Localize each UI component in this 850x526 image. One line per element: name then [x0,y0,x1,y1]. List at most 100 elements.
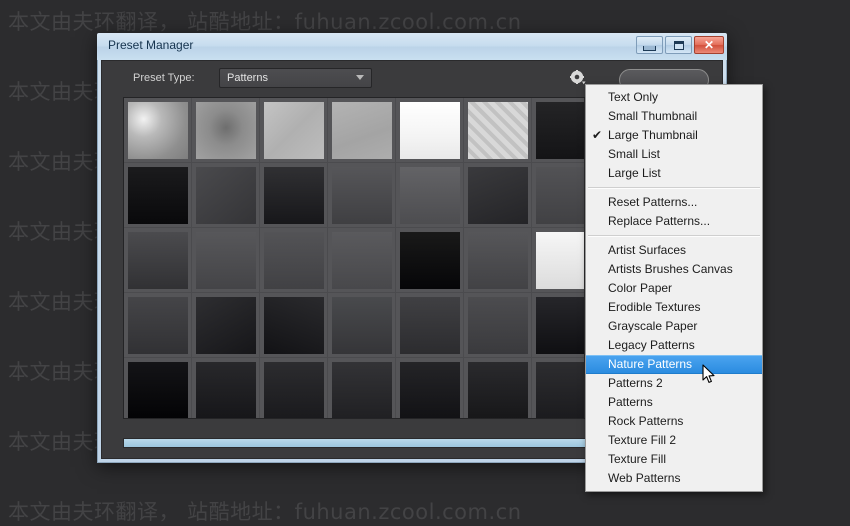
watermark-text: 本文由夫环翻译， 站酷地址：fuhuan.zcool.com.cn [8,500,522,524]
pattern-thumbnail [128,167,188,224]
pattern-swatch[interactable] [464,228,532,293]
pattern-thumbnail [332,102,392,159]
pattern-swatch[interactable] [192,163,260,228]
menu-item-label: Reset Patterns... [608,195,698,209]
pattern-swatch[interactable] [464,358,532,418]
pattern-swatch[interactable] [396,163,464,228]
menu-item[interactable]: Color Paper [586,279,762,298]
pattern-thumbnail [264,232,324,289]
checkmark-icon: ✔ [592,128,603,142]
pattern-thumbnail [128,232,188,289]
menu-item[interactable]: Grayscale Paper [586,317,762,336]
menu-item[interactable]: Small Thumbnail [586,107,762,126]
pattern-swatch[interactable] [124,228,192,293]
pattern-swatch[interactable] [328,163,396,228]
menu-item[interactable]: Web Patterns [586,469,762,488]
pattern-swatch[interactable] [328,98,396,163]
pattern-swatch[interactable] [464,98,532,163]
pattern-swatch[interactable] [260,98,328,163]
menu-item[interactable]: Large List [586,164,762,183]
pattern-swatch[interactable] [192,98,260,163]
menu-item-label: Small Thumbnail [608,109,698,123]
pattern-thumbnail [468,232,528,289]
menu-item-label: Nature Patterns [608,357,693,371]
menu-item-label: Grayscale Paper [608,319,698,333]
menu-item-label: Texture Fill 2 [608,433,677,447]
pattern-swatch[interactable] [192,293,260,358]
preset-type-value: Patterns [227,72,268,84]
pattern-swatch[interactable] [260,163,328,228]
dialog-footer-strip [123,438,599,448]
pattern-swatch[interactable] [260,358,328,418]
menu-item[interactable]: Erodible Textures [586,298,762,317]
menu-item-label: Web Patterns [608,471,681,485]
maximize-button[interactable] [665,36,692,54]
pattern-swatch[interactable] [124,358,192,418]
menu-item[interactable]: Text Only [586,88,762,107]
menu-item[interactable]: Replace Patterns... [586,212,762,231]
close-button[interactable]: ✕ [694,36,724,54]
pattern-thumbnail [128,362,188,418]
menu-item[interactable]: Reset Patterns... [586,193,762,212]
pattern-thumbnail [332,362,392,418]
pattern-swatch[interactable] [396,293,464,358]
pattern-swatch[interactable] [464,163,532,228]
menu-item-label: Artists Brushes Canvas [608,262,733,276]
menu-item-label: Patterns 2 [608,376,663,390]
pattern-swatch[interactable] [328,358,396,418]
pattern-swatch[interactable] [396,98,464,163]
menu-item[interactable]: Patterns [586,393,762,412]
pattern-swatch[interactable] [328,228,396,293]
pattern-thumbnail [196,362,256,418]
menu-item[interactable]: Texture Fill [586,450,762,469]
pattern-swatch[interactable] [124,293,192,358]
menu-item-label: Legacy Patterns [608,338,695,352]
pattern-swatch[interactable] [192,228,260,293]
menu-item[interactable]: Rock Patterns [586,412,762,431]
menu-item[interactable]: ✔ Large Thumbnail [586,126,762,145]
pattern-thumbnail [332,167,392,224]
pattern-thumbnail [468,297,528,354]
chevron-down-icon [356,75,364,80]
pattern-thumbnail [468,362,528,418]
menu-item[interactable]: Nature Patterns [586,355,762,374]
maximize-icon [666,37,691,53]
preset-type-select[interactable]: Patterns [219,68,372,88]
pattern-thumbnail [400,102,460,159]
pattern-swatch[interactable] [124,163,192,228]
menu-item[interactable]: Legacy Patterns [586,336,762,355]
menu-item-label: Replace Patterns... [608,214,711,228]
pattern-swatch[interactable] [464,293,532,358]
pattern-swatch[interactable] [260,293,328,358]
menu-item-label: Rock Patterns [608,414,684,428]
pattern-thumbnail [400,232,460,289]
menu-item[interactable]: Patterns 2 [586,374,762,393]
menu-item-label: Texture Fill [608,452,667,466]
pattern-thumbnail [196,297,256,354]
dialog-titlebar[interactable]: Preset Manager ✕ [97,33,727,60]
pattern-thumbnail [196,102,256,159]
menu-item[interactable]: Artist Surfaces [586,241,762,260]
pattern-grid [124,98,598,418]
menu-item[interactable]: Artists Brushes Canvas [586,260,762,279]
pattern-swatch[interactable] [260,228,328,293]
gear-icon[interactable] [570,70,586,86]
minimize-button[interactable] [636,36,663,54]
pattern-thumbnail [468,102,528,159]
panel-options-menu[interactable]: Text Only Small Thumbnail ✔ Large Thumbnail… [585,84,763,492]
pattern-swatch[interactable] [192,358,260,418]
pattern-swatch-panel[interactable] [123,97,599,419]
pattern-swatch[interactable] [396,358,464,418]
menu-item[interactable]: Texture Fill 2 [586,431,762,450]
minimize-icon [637,37,662,53]
watermark-text: 本文由夫环翻译， 站酷地址：fuhuan.zcool.com.cn [8,10,522,34]
menu-item-label: Artist Surfaces [608,243,687,257]
pattern-swatch[interactable] [396,228,464,293]
pattern-thumbnail [332,297,392,354]
menu-item[interactable]: Small List [586,145,762,164]
menu-separator [588,187,760,189]
pattern-swatch[interactable] [124,98,192,163]
pattern-thumbnail [264,102,324,159]
menu-item-label: Patterns [608,395,653,409]
pattern-swatch[interactable] [328,293,396,358]
